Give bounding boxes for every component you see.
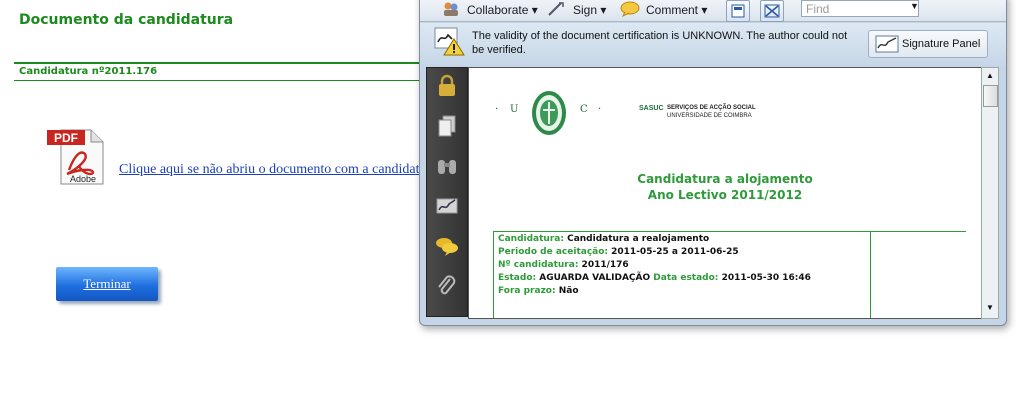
signature-panel-icon <box>875 35 899 56</box>
field-numero: Nº candidatura: 2011/176 <box>498 260 629 270</box>
signature-panel-label: Signature Panel <box>902 38 981 50</box>
comment-icon <box>620 1 640 22</box>
sasuc-label: SASUC <box>639 105 664 112</box>
field-estado: Estado: AGUARDA VALIDAÇÃO Data estado: 2… <box>498 273 811 283</box>
university-header: · U C · SASUC SERVIÇOS DE ACÇÃO SOCIAL U… <box>495 90 779 135</box>
collaborate-menu[interactable]: Collaborate ▾ <box>467 3 538 17</box>
header-letter-u: U <box>510 104 519 115</box>
certification-warning-icon <box>434 27 466 62</box>
fit-page-button[interactable] <box>726 0 750 22</box>
field-fora-prazo: Fora prazo: Não <box>498 286 579 296</box>
field-candidatura: Candidatura: Candidatura a realojamento <box>498 234 710 244</box>
header-dot-left: · <box>495 104 499 115</box>
pdf-icon-label: PDF <box>54 131 78 145</box>
collaborate-icon <box>442 1 460 22</box>
candidatura-number: Candidatura nº2011.176 <box>19 66 158 77</box>
certification-bar: The validity of the document certificati… <box>420 23 1006 65</box>
open-document-link[interactable]: Clique aqui se não abriu o documento com… <box>119 162 424 178</box>
lock-icon[interactable] <box>435 74 459 98</box>
attachment-icon[interactable] <box>435 274 459 298</box>
viewer-toolbar: Collaborate ▾ Sign ▾ Comment ▾ Find ▼ <box>420 0 1006 22</box>
find-dropdown-icon[interactable]: ▼ <box>910 1 919 11</box>
divider-bottom <box>14 80 424 81</box>
signature-panel-button[interactable]: Signature Panel <box>868 30 988 58</box>
sign-icon <box>547 1 565 22</box>
comment-menu[interactable]: Comment ▾ <box>646 3 707 17</box>
find-input[interactable]: Find <box>801 0 919 17</box>
header-letter-c: C <box>580 104 588 115</box>
document-title: Candidatura a alojamento <box>637 172 813 186</box>
terminar-button[interactable]: Terminar <box>56 267 158 301</box>
document-page: · U C · SASUC SERVIÇOS DE ACÇÃO SOCIAL U… <box>468 67 982 319</box>
sign-menu[interactable]: Sign ▾ <box>573 3 606 17</box>
universidade-label: UNIVERSIDADE DE COIMBRA <box>667 113 752 119</box>
pdf-file-icon[interactable]: PDF Adobe <box>47 126 107 188</box>
scroll-up-icon[interactable]: ▲ <box>984 70 996 82</box>
header-dot-right: · <box>598 104 602 115</box>
full-screen-button[interactable] <box>760 0 784 22</box>
scroll-down-icon[interactable]: ▼ <box>984 302 996 314</box>
document-subtitle: Ano Lectivo 2011/2012 <box>647 188 803 202</box>
pdf-viewer-window: Collaborate ▾ Sign ▾ Comment ▾ Find ▼ Th… <box>419 0 1007 326</box>
pages-icon[interactable] <box>435 114 459 138</box>
pdf-icon-brand: Adobe <box>70 174 96 184</box>
navigation-pane <box>426 67 468 317</box>
binoculars-icon[interactable] <box>435 154 459 178</box>
vertical-scrollbar[interactable]: ▲ ▼ <box>981 67 999 319</box>
signature-icon[interactable] <box>435 194 459 218</box>
scroll-thumb[interactable] <box>983 85 998 107</box>
divider-top <box>14 62 424 64</box>
table-divider <box>870 232 871 318</box>
servicos-label: SERVIÇOS DE ACÇÃO SOCIAL <box>667 105 756 111</box>
certification-message: The validity of the document certificati… <box>472 30 848 56</box>
comments-icon[interactable] <box>435 234 459 258</box>
page-title: Documento da candidatura <box>19 12 234 28</box>
candidatura-details-table: Candidatura: Candidatura a realojamento … <box>493 231 966 318</box>
field-periodo: Periodo de aceitação: 2011-05-25 a 2011-… <box>498 247 739 257</box>
university-seal-icon <box>531 90 567 141</box>
